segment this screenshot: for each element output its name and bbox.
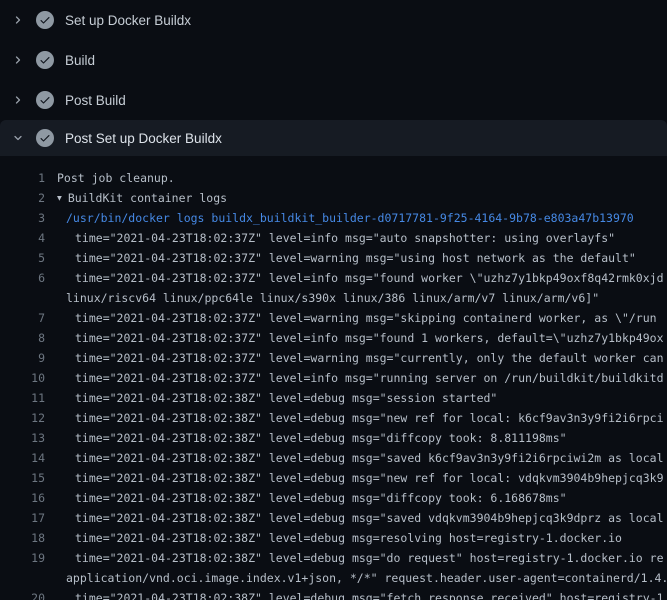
success-check-icon	[36, 51, 54, 69]
line-number[interactable]: 15	[0, 471, 45, 485]
log-text: time="2021-04-23T18:02:37Z" level=info m…	[75, 371, 664, 385]
log-line: 8 ▼ time="2021-04-23T18:02:37Z" level=in…	[0, 328, 667, 348]
log-line: 17 ▼ time="2021-04-23T18:02:38Z" level=d…	[0, 508, 667, 528]
line-number[interactable]: 4	[0, 231, 45, 245]
log-text: Post job cleanup.	[57, 171, 175, 185]
line-number[interactable]: 5	[0, 251, 45, 265]
log-line: 15 ▼ time="2021-04-23T18:02:38Z" level=d…	[0, 468, 667, 488]
line-number[interactable]: 17	[0, 511, 45, 525]
log-line: 5 ▼ time="2021-04-23T18:02:37Z" level=wa…	[0, 248, 667, 268]
log-line: 7 ▼ time="2021-04-23T18:02:37Z" level=wa…	[0, 308, 667, 328]
log-text: time="2021-04-23T18:02:37Z" level=warnin…	[75, 351, 664, 365]
log-line: 20 ▼ time="2021-04-23T18:02:38Z" level=d…	[0, 588, 667, 600]
log-text: linux/riscv64 linux/ppc64le linux/s390x …	[66, 291, 599, 305]
log-text: time="2021-04-23T18:02:38Z" level=debug …	[75, 411, 664, 425]
log-line: 16 ▼ time="2021-04-23T18:02:38Z" level=d…	[0, 488, 667, 508]
log-text: /usr/bin/docker logs buildx_buildkit_bui…	[66, 211, 634, 225]
log-line: 10 ▼ time="2021-04-23T18:02:37Z" level=i…	[0, 368, 667, 388]
step-title: Post Set up Docker Buildx	[65, 131, 222, 146]
line-number[interactable]: 11	[0, 391, 45, 405]
log-text: time="2021-04-23T18:02:37Z" level=warnin…	[75, 251, 636, 265]
line-number[interactable]: 2	[0, 191, 45, 205]
line-number[interactable]: 7	[0, 311, 45, 325]
success-check-icon	[36, 11, 54, 29]
log-text: time="2021-04-23T18:02:37Z" level=info m…	[75, 231, 615, 245]
line-number[interactable]: 9	[0, 351, 45, 365]
line-number[interactable]: 1	[0, 171, 45, 185]
log-text: application/vnd.oci.image.index.v1+json,…	[66, 571, 667, 585]
line-number[interactable]: 16	[0, 491, 45, 505]
log-line: 6 ▼ time="2021-04-23T18:02:37Z" level=in…	[0, 268, 667, 288]
log-line: ▼ application/vnd.oci.image.index.v1+jso…	[0, 568, 667, 588]
step-row-post-set-up-docker-buildx[interactable]: Post Set up Docker Buildx	[0, 120, 667, 156]
log-text: time="2021-04-23T18:02:38Z" level=debug …	[75, 491, 567, 505]
log-viewer: 1 ▼ Post job cleanup. 2 ▼ BuildKit conta…	[0, 156, 667, 600]
log-line: 13 ▼ time="2021-04-23T18:02:38Z" level=d…	[0, 428, 667, 448]
log-text: time="2021-04-23T18:02:38Z" level=debug …	[75, 531, 622, 545]
log-line: 9 ▼ time="2021-04-23T18:02:37Z" level=wa…	[0, 348, 667, 368]
log-line: 1 ▼ Post job cleanup.	[0, 168, 667, 188]
log-text: time="2021-04-23T18:02:38Z" level=debug …	[75, 511, 664, 525]
success-check-icon	[36, 129, 54, 147]
log-text: time="2021-04-23T18:02:37Z" level=info m…	[75, 271, 664, 285]
log-line: 12 ▼ time="2021-04-23T18:02:38Z" level=d…	[0, 408, 667, 428]
line-number[interactable]: 8	[0, 331, 45, 345]
log-line: 18 ▼ time="2021-04-23T18:02:38Z" level=d…	[0, 528, 667, 548]
log-line: ▼ linux/riscv64 linux/ppc64le linux/s390…	[0, 288, 667, 308]
log-text: time="2021-04-23T18:02:38Z" level=debug …	[75, 391, 497, 405]
log-line: 19 ▼ time="2021-04-23T18:02:38Z" level=d…	[0, 548, 667, 568]
line-number[interactable]: 6	[0, 271, 45, 285]
step-title: Post Build	[65, 93, 126, 108]
line-number[interactable]: 18	[0, 531, 45, 545]
line-number[interactable]: 13	[0, 431, 45, 445]
step-title: Set up Docker Buildx	[65, 13, 191, 28]
log-text: time="2021-04-23T18:02:38Z" level=debug …	[75, 551, 664, 565]
collapse-triangle-icon[interactable]: ▼	[57, 193, 62, 202]
log-text: time="2021-04-23T18:02:37Z" level=warnin…	[75, 311, 657, 325]
line-number[interactable]: 3	[0, 211, 45, 225]
step-row-build[interactable]: Build	[0, 40, 667, 80]
chevron-down-icon	[10, 130, 26, 146]
log-text: time="2021-04-23T18:02:37Z" level=info m…	[75, 331, 664, 345]
log-text: time="2021-04-23T18:02:38Z" level=debug …	[75, 451, 664, 465]
step-row-set-up-docker-buildx[interactable]: Set up Docker Buildx	[0, 0, 667, 40]
success-check-icon	[36, 91, 54, 109]
log-line: 4 ▼ time="2021-04-23T18:02:37Z" level=in…	[0, 228, 667, 248]
line-number[interactable]: 20	[0, 591, 45, 600]
step-title: Build	[65, 53, 95, 68]
step-row-post-build[interactable]: Post Build	[0, 80, 667, 120]
log-line: 3 ▼ /usr/bin/docker logs buildx_buildkit…	[0, 208, 667, 228]
line-number[interactable]: 19	[0, 551, 45, 565]
chevron-right-icon	[10, 92, 26, 108]
line-number[interactable]: 12	[0, 411, 45, 425]
chevron-right-icon	[10, 52, 26, 68]
log-text: time="2021-04-23T18:02:38Z" level=debug …	[75, 591, 664, 600]
log-line: 14 ▼ time="2021-04-23T18:02:38Z" level=d…	[0, 448, 667, 468]
log-line: 11 ▼ time="2021-04-23T18:02:38Z" level=d…	[0, 388, 667, 408]
log-text: time="2021-04-23T18:02:38Z" level=debug …	[75, 471, 664, 485]
log-text: time="2021-04-23T18:02:38Z" level=debug …	[75, 431, 567, 445]
log-line: 2 ▼ BuildKit container logs	[0, 188, 667, 208]
chevron-right-icon	[10, 12, 26, 28]
line-number[interactable]: 14	[0, 451, 45, 465]
line-number[interactable]: 10	[0, 371, 45, 385]
log-text[interactable]: BuildKit container logs	[68, 191, 227, 205]
